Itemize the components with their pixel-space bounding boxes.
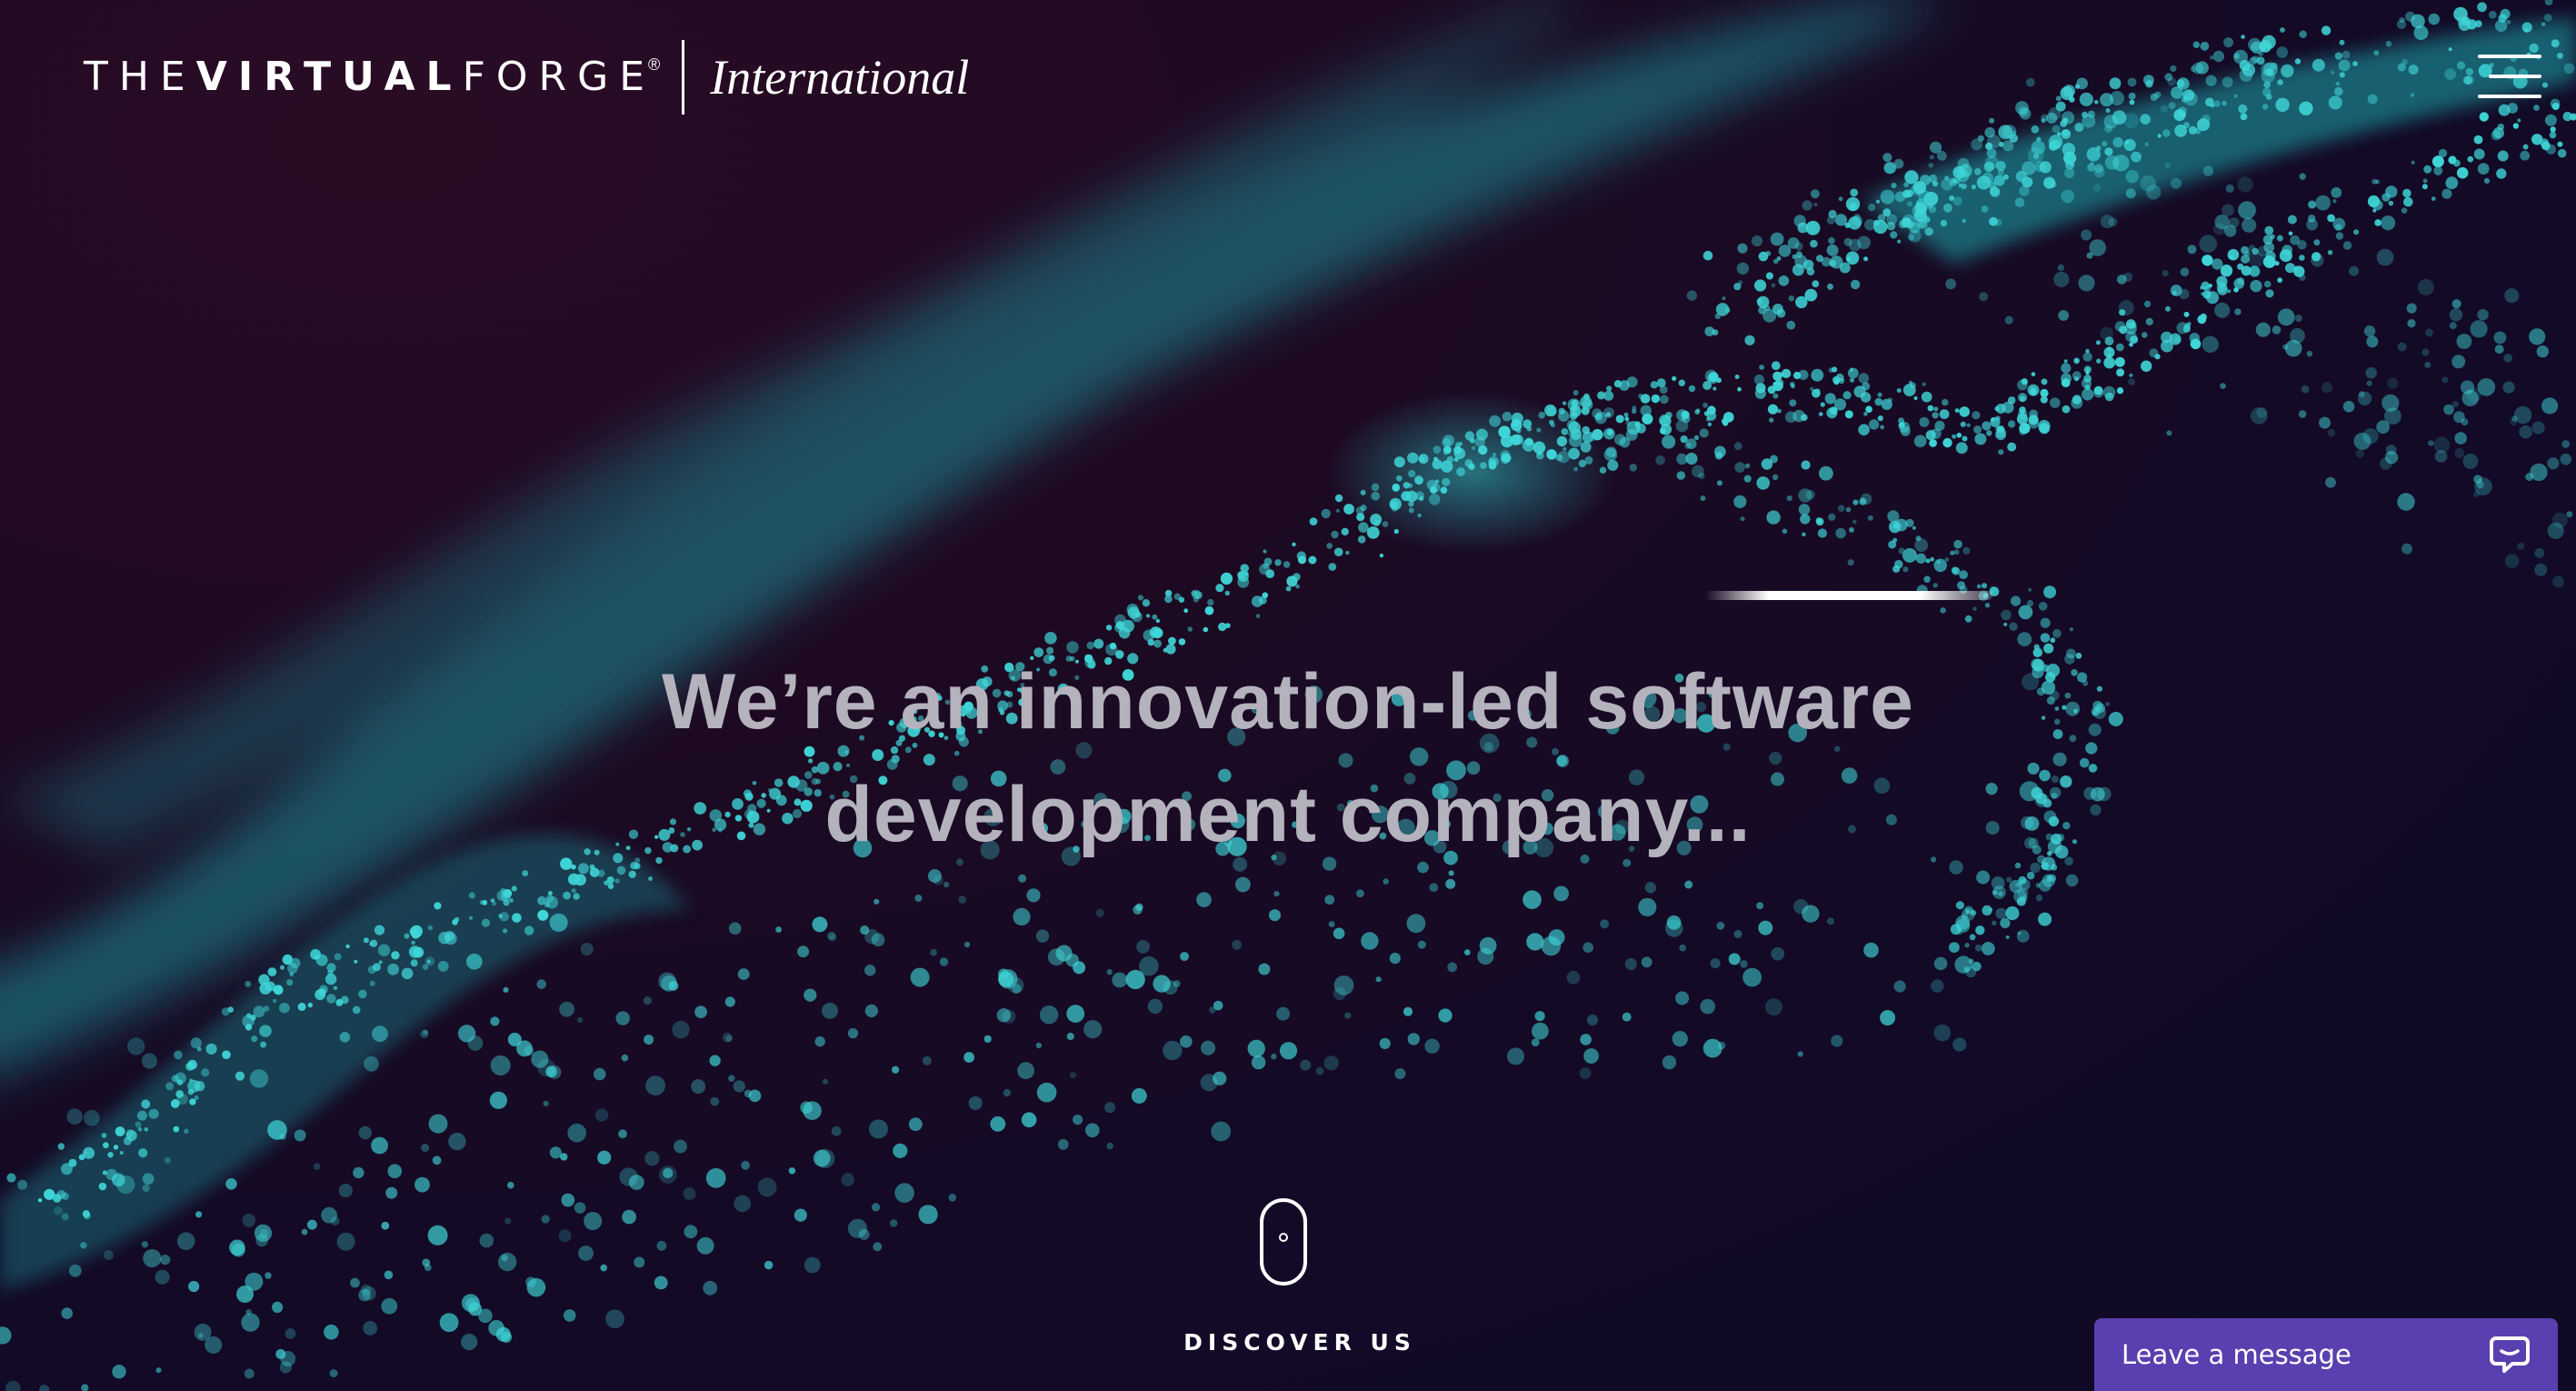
mouse-scroll-icon[interactable] (1260, 1198, 1307, 1286)
brand-logo[interactable]: THEVIRTUALFORGE ® International (84, 40, 969, 115)
logo-subtitle: International (710, 50, 970, 105)
hero-heading-line-2: development company... (824, 771, 1752, 858)
hero-heading: We’re an innovation-led software develop… (470, 645, 2106, 871)
chat-bubble-icon (2490, 1336, 2530, 1373)
leave-message-chat-button[interactable]: Leave a message (2094, 1318, 2558, 1391)
scroll-wheel-dot (1279, 1233, 1288, 1242)
hero-section: THEVIRTUALFORGE ® International We’re an… (0, 0, 2576, 1391)
hamburger-icon[interactable] (2474, 55, 2541, 102)
accent-line (1705, 591, 1992, 600)
hero-heading-line-1: We’re an innovation-led software (662, 658, 1914, 746)
chat-label: Leave a message (2122, 1339, 2351, 1370)
logo-wordmark: THEVIRTUALFORGE (84, 54, 655, 100)
registered-mark: ® (648, 55, 661, 74)
discover-us-link[interactable]: DISCOVER US (1109, 1329, 1491, 1356)
logo-divider (682, 40, 685, 115)
